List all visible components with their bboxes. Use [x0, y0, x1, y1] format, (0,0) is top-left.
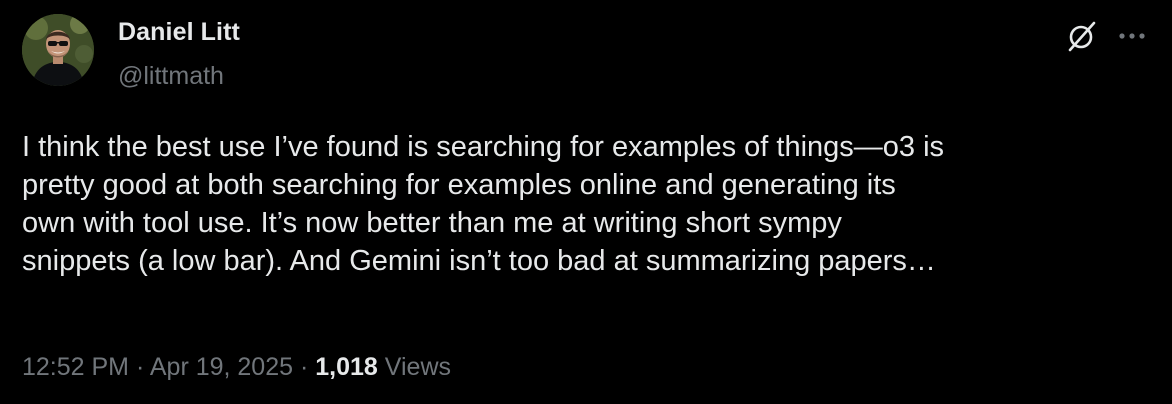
tweet-text-line: snippets (a low bar). And Gemini isn’t t…: [22, 245, 936, 277]
tweet: Daniel Litt @littmath I think the best u…: [0, 0, 1172, 404]
tweet-text-line: pretty good at both searching for exampl…: [22, 169, 896, 201]
more-icon: [1119, 33, 1145, 39]
avatar-photo: [22, 14, 94, 86]
meta-separator: ·: [293, 353, 316, 381]
tweet-meta: 12:52 PM · Apr 19, 2025 · 1,018 Views: [22, 353, 451, 382]
tweet-text-line: own with tool use. It’s now better than …: [22, 207, 842, 239]
author-name[interactable]: Daniel Litt: [118, 18, 240, 47]
tweet-text-line: I think the best use I’ve found is searc…: [22, 131, 945, 163]
tweet-text: I think the best use I’ve found is searc…: [22, 128, 1152, 280]
tweet-date[interactable]: Apr 19, 2025: [150, 353, 293, 381]
views-count[interactable]: 1,018: [315, 353, 378, 381]
grok-button[interactable]: [1064, 18, 1100, 54]
tweet-time[interactable]: 12:52 PM: [22, 353, 129, 381]
meta-separator: ·: [129, 353, 150, 381]
views-label: Views: [377, 353, 451, 381]
author-handle[interactable]: @littmath: [118, 62, 224, 91]
more-button[interactable]: [1112, 18, 1152, 54]
grok-icon: [1068, 21, 1096, 52]
avatar[interactable]: [22, 14, 94, 86]
